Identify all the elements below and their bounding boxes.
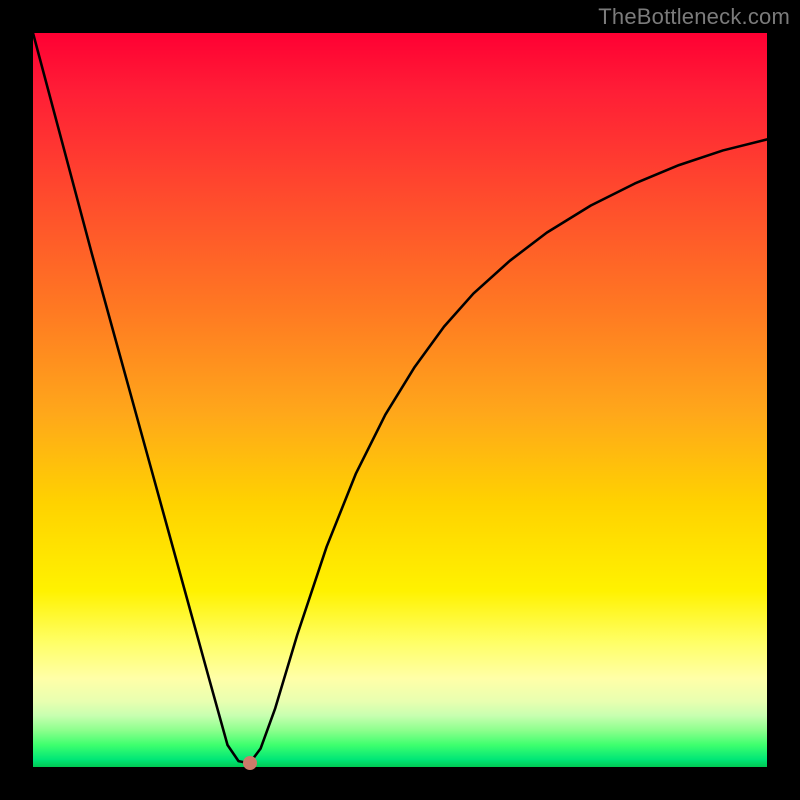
plot-area <box>33 33 767 767</box>
curve-svg <box>33 33 767 767</box>
watermark-text: TheBottleneck.com <box>598 4 790 30</box>
bottleneck-curve <box>33 33 767 763</box>
minimum-marker-dot <box>243 756 257 770</box>
chart-frame: TheBottleneck.com <box>0 0 800 800</box>
